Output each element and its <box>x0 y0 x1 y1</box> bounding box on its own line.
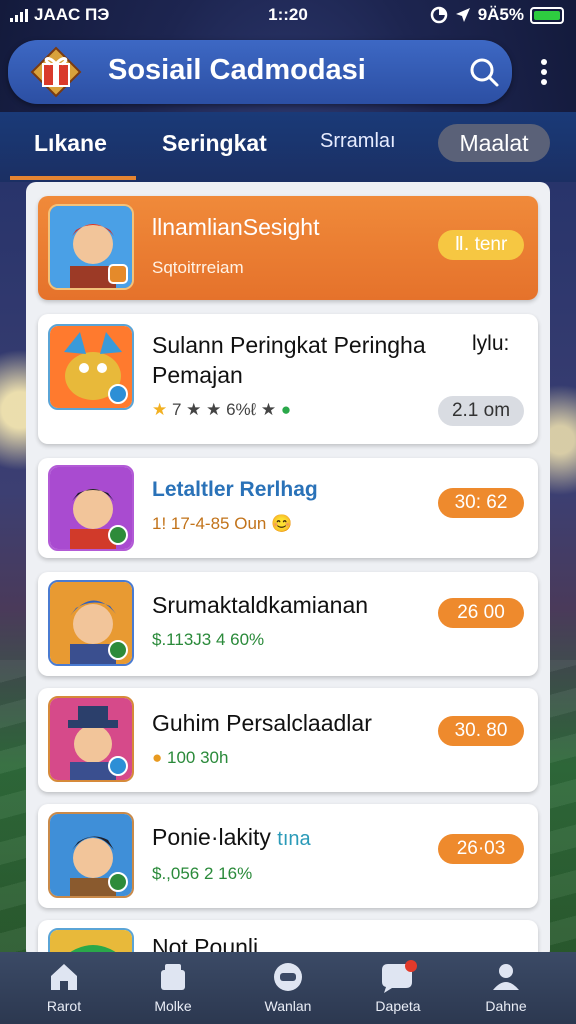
star-icon: ★ <box>152 400 168 419</box>
list-item[interactable]: Letaltler Rerlhag 1! 17-4-85 Oun 😊 30: 6… <box>38 458 538 558</box>
nav-label: Dapeta <box>375 998 421 1014</box>
more-options-icon[interactable] <box>532 56 556 86</box>
avatar <box>48 580 134 666</box>
avatar <box>48 465 134 551</box>
emoji-icon: 😊 <box>271 514 293 533</box>
player-name: Sulann Peringkat Peringha <box>152 332 426 358</box>
battery-percent: 9Ä5% <box>477 5 524 24</box>
player-meta: Sqtoitrreiam <box>152 258 244 277</box>
nav-label: Molke <box>154 998 192 1014</box>
player-meta: $.113J3 4 60% <box>152 630 265 649</box>
store-icon <box>161 964 185 990</box>
coin-icon: ● <box>152 748 163 767</box>
list-item[interactable]: Ponie·lakity tına $.,056 2 16% 26·03 <box>38 804 538 908</box>
tab-seringkat[interactable]: Seringkat <box>162 130 267 157</box>
home-icon <box>51 964 77 990</box>
nav-dahne[interactable]: Dahne <box>458 960 554 1014</box>
score-badge: 26·03 <box>438 834 524 864</box>
tab-lıkane[interactable]: Lıkane <box>34 130 107 157</box>
nav-label: Dahne <box>485 998 527 1014</box>
list-item[interactable]: Sulann Peringkat Peringha Pemajan lylu: … <box>38 314 538 444</box>
gem-icon: ● <box>280 400 292 419</box>
player-name: llnamlianSesight <box>152 214 320 240</box>
tab-bar: Lıkane Seringkat Srramlaı Maalat <box>0 112 576 182</box>
score-badge: 30. 80 <box>438 716 524 746</box>
list-item[interactable]: llnamlianSesight Sqtoitrreiam Ⅱ. tenr <box>38 196 538 300</box>
player-name-line2: Pemajan <box>152 362 243 388</box>
player-name: Ponie·lakity tına <box>152 824 311 850</box>
player-meta: ★ 7 ★ ★ 6%ℓ ★ ● <box>152 400 292 419</box>
player-meta: 1! 17-4-85 Oun 😊 <box>152 514 293 533</box>
data-saver-icon <box>430 6 447 24</box>
chat-notification-icon <box>382 960 417 993</box>
tab-maalat[interactable]: Maalat <box>438 124 550 162</box>
app-header: Sosiail Cadmodasi <box>8 40 512 104</box>
tab-srramlai[interactable]: Srramlaı <box>320 130 396 153</box>
game-controller-icon <box>274 963 302 991</box>
leaderboard-panel: llnamlianSesight Sqtoitrreiam Ⅱ. tenr Su… <box>26 182 550 960</box>
nav-molke[interactable]: Molke <box>125 960 221 1014</box>
score-badge: 26 00 <box>438 598 524 628</box>
location-icon <box>455 8 470 22</box>
nav-home[interactable]: Rarot <box>16 960 112 1014</box>
player-tag: lylu: <box>472 332 510 355</box>
active-tab-indicator <box>10 176 136 180</box>
nav-label: Rarot <box>46 998 82 1014</box>
profile-icon <box>493 964 519 990</box>
avatar <box>48 204 134 290</box>
player-name: Guhim Persalclaadlar <box>152 710 372 736</box>
player-meta: $.,056 2 16% <box>152 864 253 883</box>
gift-logo-icon <box>30 46 82 98</box>
player-name: Srumaktaldkamianan <box>152 592 369 618</box>
search-icon[interactable] <box>466 54 502 90</box>
avatar <box>48 324 134 410</box>
nav-dapeta[interactable]: Dapeta <box>350 960 446 1014</box>
battery-icon <box>530 6 564 24</box>
avatar <box>48 696 134 782</box>
nav-label: Wanlan <box>264 998 312 1014</box>
app-title: Sosiail Cadmodasi <box>108 54 366 86</box>
player-name: Letaltler Rerlhag <box>152 478 318 501</box>
bottom-navigation: Rarot Molke Wanlan Dapeta Dahne <box>0 952 576 1024</box>
nav-wanlan[interactable]: Wanlan <box>240 960 336 1014</box>
score-badge: 2.1 om <box>438 396 524 426</box>
list-item[interactable]: Srumaktaldkamianan $.113J3 4 60% 26 00 <box>38 572 538 676</box>
player-meta: ● 100 30h <box>152 748 229 767</box>
score-badge: Ⅱ. tenr <box>438 230 524 260</box>
avatar <box>48 812 134 898</box>
list-item[interactable]: Guhim Persalclaadlar ● 100 30h 30. 80 <box>38 688 538 792</box>
status-bar: JAAC ΠЭ 1::20 9Ä5% <box>0 0 576 32</box>
score-badge: 30: 62 <box>438 488 524 518</box>
